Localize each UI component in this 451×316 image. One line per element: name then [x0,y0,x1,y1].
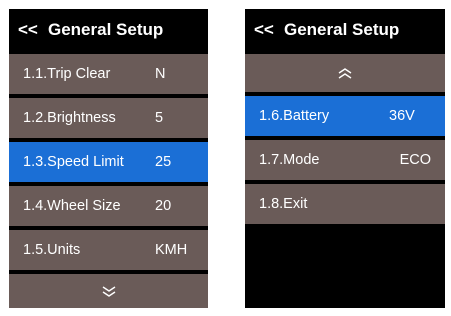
menu-item-label: 1.2.Brightness [23,110,116,126]
page-title: General Setup [284,20,400,39]
menu-item-value: 20 [155,198,172,214]
double-chevron-down-icon [101,284,117,298]
menu-item-label: 1.4.Wheel Size [23,198,121,214]
menu-item-trip-clear[interactable]: 1.1.Trip Clear N [9,54,208,94]
menu-item-speed-limit[interactable]: 1.3.Speed Limit 25 [9,142,208,182]
header: << General Setup [9,9,208,51]
back-button[interactable]: << [18,20,44,40]
menu-item-mode[interactable]: 1.7.Mode ECO [245,140,445,180]
menu-item-value: ECO [399,152,431,168]
menu-item-label: 1.8.Exit [259,196,308,212]
display-screen-right: << General Setup 1.6.Battery 36V 1.7.Mod… [245,9,445,308]
menu-item-value: N [155,66,166,82]
page-title: General Setup [48,20,164,39]
menu-item-value: 25 [155,154,172,170]
menu-item-label: 1.1.Trip Clear [23,66,111,82]
header: << General Setup [245,9,445,51]
menu-item-label: 1.6.Battery [259,108,330,124]
scroll-up-button[interactable] [245,54,445,92]
display-screen-left: << General Setup 1.1.Trip Clear N 1.2.Br… [9,9,208,308]
menu-item-label: 1.5.Units [23,242,81,258]
double-chevron-up-icon [337,66,353,80]
menu-item-value: KMH [155,242,188,258]
back-button[interactable]: << [254,20,280,40]
menu-item-value: 5 [155,110,164,126]
menu-item-brightness[interactable]: 1.2.Brightness 5 [9,98,208,138]
menu-item-label: 1.7.Mode [259,152,320,168]
menu-item-wheel-size[interactable]: 1.4.Wheel Size 20 [9,186,208,226]
menu-item-battery[interactable]: 1.6.Battery 36V [245,96,445,136]
scroll-down-button[interactable] [9,274,208,308]
menu-item-exit[interactable]: 1.8.Exit [245,184,445,224]
menu-item-units[interactable]: 1.5.Units KMH [9,230,208,270]
menu-item-value: 36V [389,108,415,124]
menu-item-label: 1.3.Speed Limit [23,154,124,170]
